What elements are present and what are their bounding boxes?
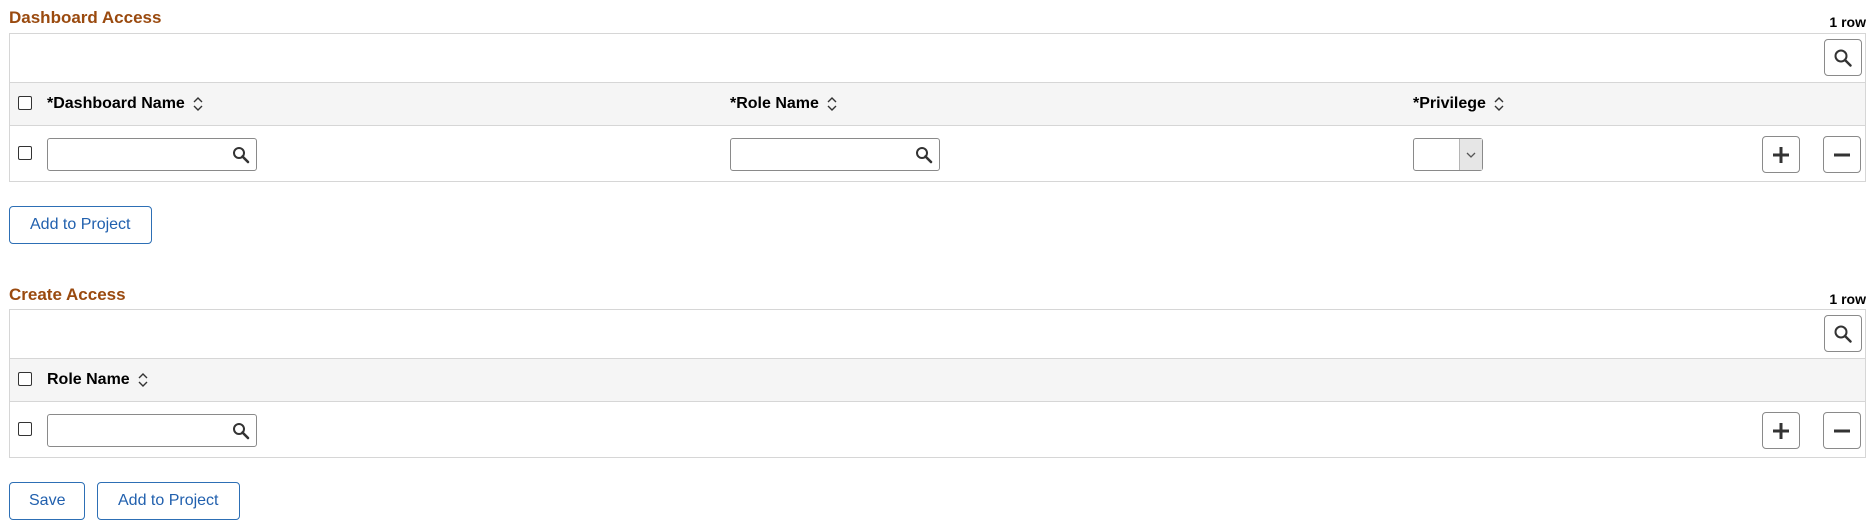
plus-icon (1773, 146, 1789, 163)
column-header-role-name[interactable]: Role Name (47, 371, 148, 389)
search-icon (1834, 49, 1852, 67)
lookup-icon[interactable] (232, 422, 250, 440)
delete-row-button[interactable] (1823, 412, 1861, 449)
lookup-icon[interactable] (232, 146, 250, 164)
create-access-row-count: 1 row (1829, 291, 1866, 307)
column-header-label: Role Name (47, 371, 130, 388)
column-header-label: *Privilege (1413, 95, 1486, 112)
dashboard-name-input[interactable] (52, 139, 226, 170)
minus-icon (1834, 429, 1850, 432)
row-select-checkbox[interactable] (18, 146, 32, 160)
grid-search-button[interactable] (1824, 315, 1862, 352)
role-name-field (47, 414, 257, 447)
role-name-field (730, 138, 940, 171)
create-access-title: Create Access (9, 285, 126, 304)
grid-search-button[interactable] (1824, 39, 1862, 76)
grid-toolbar (10, 310, 1865, 359)
grid-header: *Dashboard Name *Role Name *Privilege (10, 83, 1865, 126)
sort-icon (193, 97, 203, 111)
minus-icon (1834, 153, 1850, 156)
dashboard-name-field (47, 138, 257, 171)
sort-icon (827, 97, 837, 111)
add-to-project-button[interactable]: Add to Project (97, 482, 240, 520)
table-row (10, 126, 1865, 181)
delete-row-button[interactable] (1823, 136, 1861, 173)
grid-header: Role Name (10, 359, 1865, 402)
create-access-grid: Role Name (9, 309, 1866, 458)
add-row-button[interactable] (1762, 412, 1800, 449)
chevron-down-icon (1466, 152, 1476, 158)
column-header-label: *Dashboard Name (47, 95, 185, 112)
grid-toolbar (10, 34, 1865, 83)
dashboard-access-grid: *Dashboard Name *Role Name *Privilege (9, 33, 1866, 182)
lookup-icon[interactable] (915, 146, 933, 164)
dashboard-access-title: Dashboard Access (9, 8, 162, 27)
select-all-checkbox[interactable] (18, 96, 32, 110)
table-row (10, 402, 1865, 457)
add-to-project-button[interactable]: Add to Project (9, 206, 152, 244)
sort-icon (138, 373, 148, 387)
row-select-checkbox[interactable] (18, 422, 32, 436)
role-name-input[interactable] (735, 139, 909, 170)
column-header-role-name[interactable]: *Role Name (730, 95, 837, 113)
dropdown-arrow[interactable] (1459, 139, 1482, 170)
role-name-input[interactable] (52, 415, 226, 446)
sort-icon (1494, 97, 1504, 111)
column-header-label: *Role Name (730, 95, 819, 112)
select-all-checkbox[interactable] (18, 372, 32, 386)
column-header-privilege[interactable]: *Privilege (1413, 95, 1504, 113)
search-icon (1834, 325, 1852, 343)
column-header-dashboard-name[interactable]: *Dashboard Name (47, 95, 203, 113)
save-button[interactable]: Save (9, 482, 86, 520)
privilege-select[interactable] (1413, 138, 1483, 171)
plus-icon (1773, 422, 1789, 439)
add-row-button[interactable] (1762, 136, 1800, 173)
dashboard-access-row-count: 1 row (1829, 14, 1866, 30)
